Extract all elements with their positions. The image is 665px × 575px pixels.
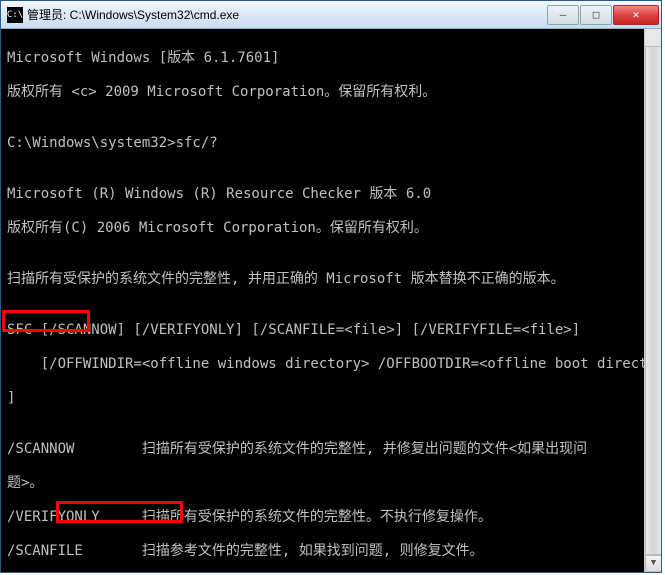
terminal-output[interactable]: Microsoft Windows [版本 6.1.7601] 版权所有 <c>… xyxy=(1,29,661,572)
window-buttons: — □ ✕ xyxy=(546,5,659,25)
output-line: [/OFFWINDIR=<offline windows directory> … xyxy=(7,356,655,373)
titlebar[interactable]: C:\ 管理员: C:\Windows\System32\cmd.exe — □… xyxy=(1,1,661,29)
scroll-thumb[interactable] xyxy=(645,46,661,555)
prompt-line: C:\Windows\system32>sfc/? xyxy=(7,135,655,152)
close-button[interactable]: ✕ xyxy=(613,5,659,25)
vertical-scrollbar[interactable]: ▲ ▼ xyxy=(644,29,661,572)
output-line: /SCANFILE 扫描参考文件的完整性, 如果找到问题, 则修复文件。 xyxy=(7,543,655,560)
output-line: 题>。 xyxy=(7,475,655,492)
window-title: 管理员: C:\Windows\System32\cmd.exe xyxy=(27,6,546,23)
output-line: SFC [/SCANNOW] [/VERIFYONLY] [/SCANFILE=… xyxy=(7,322,655,339)
output-line: /SCANNOW 扫描所有受保护的系统文件的完整性, 并修复出问题的文件<如果出… xyxy=(7,441,655,458)
scroll-down-button[interactable]: ▼ xyxy=(645,555,661,572)
output-line: /VERIFYONLY 扫描所有受保护的系统文件的完整性。不执行修复操作。 xyxy=(7,509,655,526)
output-line: Microsoft (R) Windows (R) Resource Check… xyxy=(7,186,655,203)
output-line: 版权所有 <c> 2009 Microsoft Corporation。保留所有… xyxy=(7,84,655,101)
cmd-window: C:\ 管理员: C:\Windows\System32\cmd.exe — □… xyxy=(0,0,662,573)
output-line: 扫描所有受保护的系统文件的完整性, 并用正确的 Microsoft 版本替换不正… xyxy=(7,271,655,288)
maximize-button[interactable]: □ xyxy=(580,5,612,25)
cmd-icon: C:\ xyxy=(7,7,23,23)
output-line: Microsoft Windows [版本 6.1.7601] xyxy=(7,50,655,67)
output-line: 版权所有(C) 2006 Microsoft Corporation。保留所有权… xyxy=(7,220,655,237)
minimize-button[interactable]: — xyxy=(547,5,579,25)
output-line: ] xyxy=(7,390,655,407)
